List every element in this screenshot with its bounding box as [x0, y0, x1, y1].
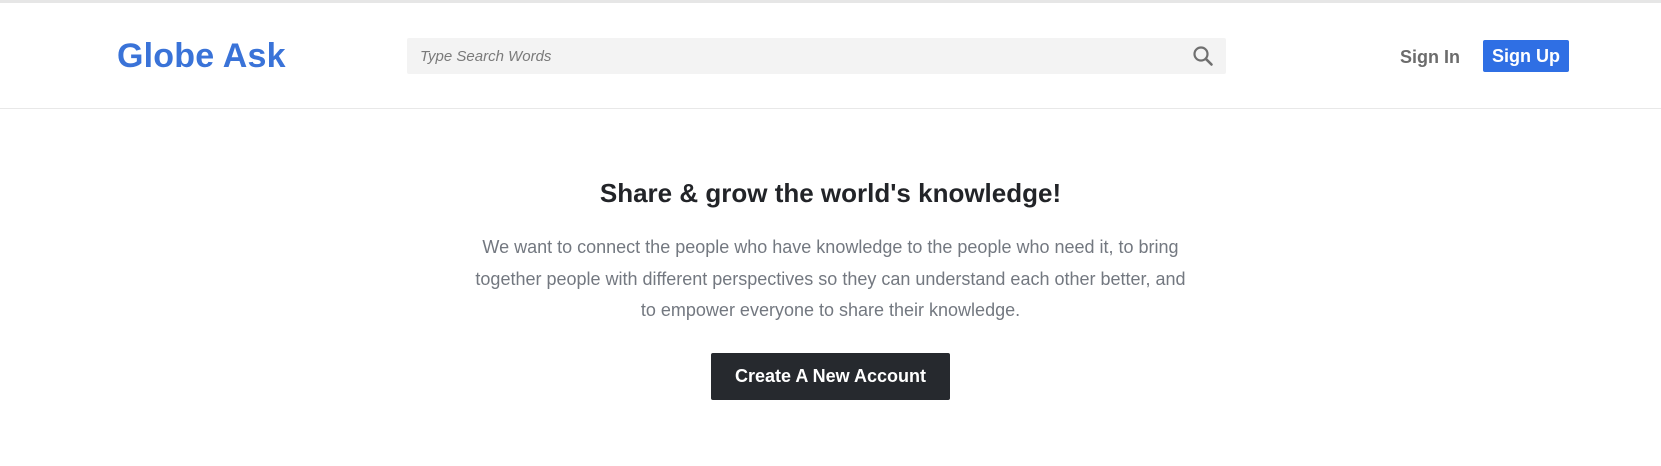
hero-section: Share & grow the world's knowledge! We w…: [0, 110, 1661, 400]
sign-in-link[interactable]: Sign In: [1400, 47, 1460, 68]
sign-up-button[interactable]: Sign Up: [1483, 40, 1569, 72]
create-account-button[interactable]: Create A New Account: [711, 352, 950, 400]
search-icon[interactable]: [1192, 45, 1214, 67]
search-input[interactable]: [407, 38, 1167, 74]
site-logo[interactable]: Globe Ask: [117, 37, 286, 76]
hero-description: We want to connect the people who have k…: [475, 237, 1186, 320]
hero-title: Share & grow the world's knowledge!: [599, 178, 1062, 208]
search-bar: [407, 38, 1226, 74]
site-header: Globe Ask Sign In Sign Up: [0, 3, 1661, 109]
